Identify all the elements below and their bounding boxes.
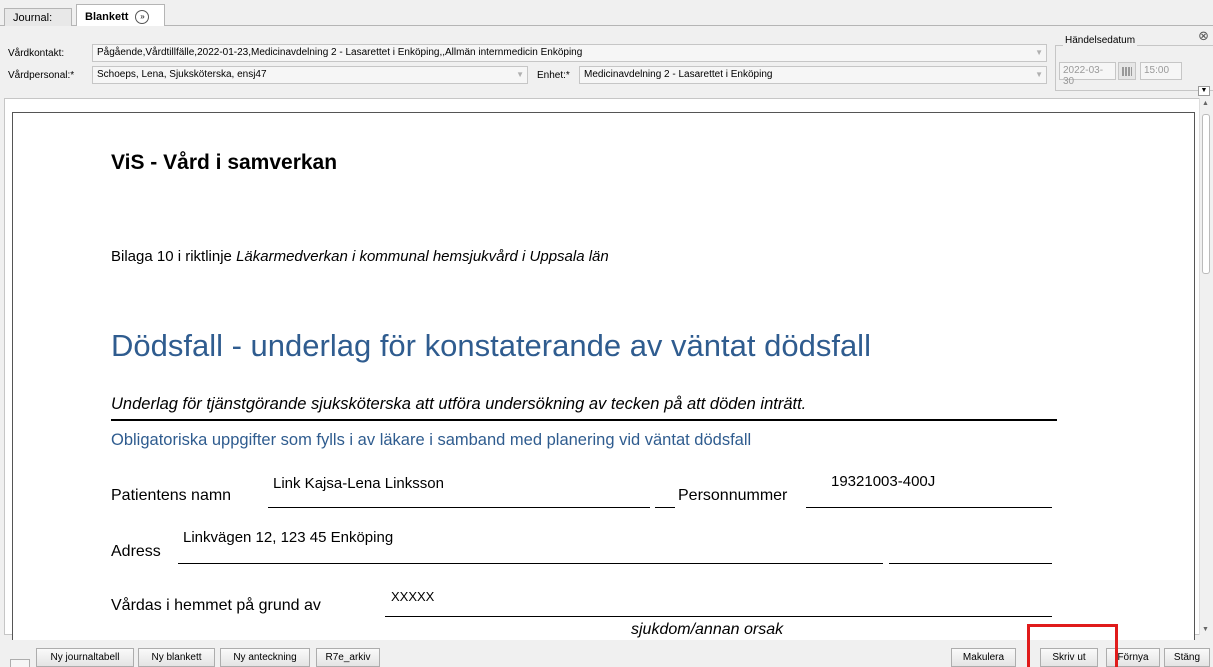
adress-underline-2 [889, 563, 1052, 564]
calendar-icon[interactable] [1118, 62, 1136, 80]
adress-label: Adress [111, 543, 161, 560]
vertical-scrollbar[interactable]: ▲ ▼ [1199, 98, 1211, 635]
ny-journaltabell-button[interactable]: Ny journaltabell [36, 648, 134, 667]
time-spinner[interactable]: 15:00 [1140, 62, 1182, 80]
document-page: ViS - Vård i samverkan Bilaga 10 i riktl… [12, 112, 1195, 652]
tab-journal-label: Journal: [13, 12, 53, 24]
underline [655, 507, 675, 508]
double-chevron-icon[interactable]: » [135, 10, 150, 24]
vardkontakt-value: Pågående,Vårdtillfälle,2022-01-23,Medici… [97, 47, 583, 58]
vardkontakt-label: Vårdkontakt: [8, 48, 65, 59]
vardpersonal-label: Vårdpersonal:* [8, 70, 75, 81]
handelsedatum-label: Händelsedatum [1063, 35, 1138, 46]
highlight-box [1027, 624, 1118, 667]
bilaga-text: Bilaga 10 i riktlinje Läkarmedverkan i k… [111, 248, 609, 265]
scroll-up-icon[interactable]: ▲ [1202, 100, 1209, 107]
personnummer-value: 19321003-400J [831, 473, 936, 490]
sjukdom-label: sjukdom/annan orsak [631, 621, 784, 638]
chevron-down-icon: ▼ [1035, 70, 1043, 79]
enhet-select[interactable]: Medicinavdelning 2 - Lasarettet i Enköpi… [579, 66, 1047, 84]
underlag-text: Underlag för tjänstgörande sjuksköterska… [111, 395, 807, 413]
tab-blankett[interactable]: Blankett » [76, 4, 165, 26]
vardpersonal-select[interactable]: Schoeps, Lena, Sjuksköterska, ensj47 ▼ [92, 66, 528, 84]
tab-blankett-label: Blankett [85, 10, 129, 23]
vardkontakt-select[interactable]: Pågående,Vårdtillfälle,2022-01-23,Medici… [92, 44, 1047, 62]
vardas-underline [385, 616, 1052, 617]
enhet-value: Medicinavdelning 2 - Lasarettet i Enköpi… [584, 69, 773, 80]
tab-baseline [0, 25, 1213, 26]
chevron-down-icon: ▼ [516, 70, 524, 79]
tab-journal[interactable]: Journal: [4, 8, 72, 26]
date-spinner[interactable]: 2022-03-30 [1059, 62, 1116, 87]
time-value: 15:00 [1144, 65, 1170, 76]
scroll-down-icon[interactable]: ▼ [1202, 626, 1209, 633]
panel-toggle[interactable] [10, 659, 30, 667]
vardas-label: Vårdas i hemmet på grund av [111, 597, 321, 614]
makulera-button[interactable]: Makulera [951, 648, 1016, 667]
divider [111, 419, 1057, 421]
personnummer-underline [806, 507, 1052, 508]
r7e-arkiv-button[interactable]: R7e_arkiv [316, 648, 380, 667]
close-circle-icon[interactable]: ⊗ [1198, 28, 1209, 44]
personnummer-label: Personnummer [678, 487, 788, 504]
ny-anteckning-button[interactable]: Ny anteckning [220, 648, 310, 667]
patient-name-label: Patientens namn [111, 487, 232, 504]
tab-bar: Journal: Blankett » [0, 0, 1213, 26]
vardas-value: XXXXX [391, 589, 435, 604]
patient-name-value: Link Kajsa-Lena Linksson [273, 475, 444, 492]
adress-underline [178, 563, 883, 564]
bilaga-prefix: Bilaga 10 i riktlinje [111, 248, 237, 265]
enhet-label: Enhet:* [537, 70, 570, 81]
chevron-down-icon: ▼ [1035, 48, 1043, 57]
patient-name-underline [268, 507, 650, 508]
document-title: ViS - Vård i samverkan [111, 151, 338, 174]
collapse-icon[interactable]: ▼ [1198, 86, 1210, 96]
ny-blankett-button[interactable]: Ny blankett [138, 648, 215, 667]
document-heading: Dödsfall - underlag för konstaterande av… [111, 328, 871, 363]
scrollbar-thumb[interactable] [1202, 114, 1210, 274]
adress-value: Linkvägen 12, 123 45 Enköping [183, 529, 394, 546]
stang-button[interactable]: Stäng [1164, 648, 1210, 667]
obligatoriska-text: Obligatoriska uppgifter som fylls i av l… [111, 431, 752, 449]
bilaga-italic: Läkarmedverkan i kommunal hemsjukvård i … [236, 248, 609, 265]
vardpersonal-value: Schoeps, Lena, Sjuksköterska, ensj47 [97, 69, 267, 80]
